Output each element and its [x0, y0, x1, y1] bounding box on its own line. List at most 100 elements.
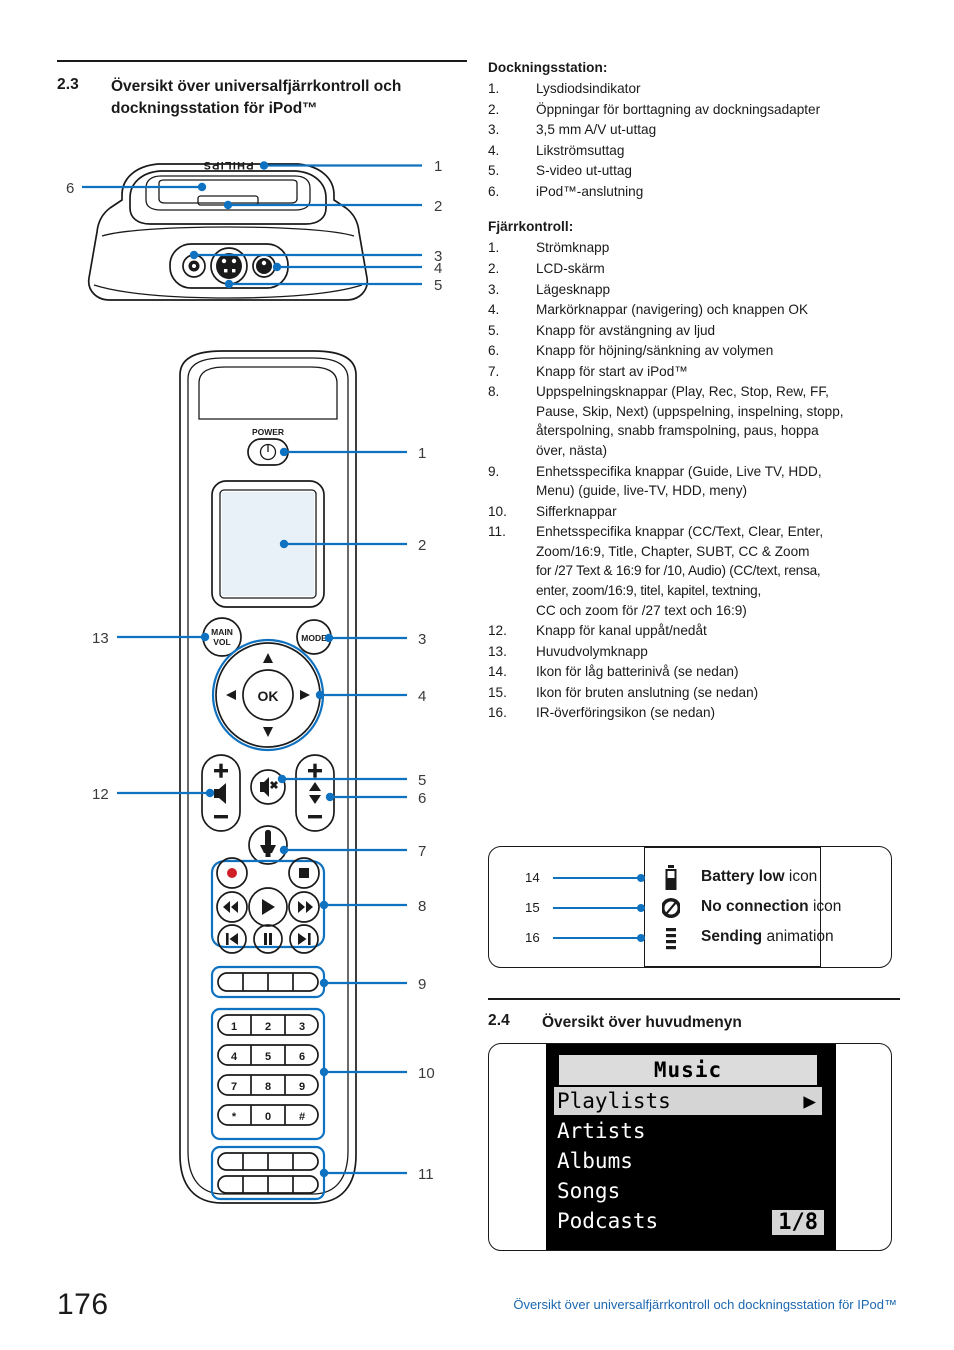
section-heading-23: 2.3 Översikt över universalfjärrkontroll… [57, 76, 467, 121]
list-item: 12. Knapp för kanal uppåt/nedåt [488, 621, 900, 641]
legend-divider-top [644, 847, 821, 849]
item-number: 7. [488, 363, 500, 379]
section-title-23-line1: Översikt över universalfjärrkontroll och [111, 77, 402, 95]
item-text: Enhetsspecifika knappar (CC/Text, Clear,… [536, 522, 900, 620]
item-text: S-video ut-uttag [536, 163, 632, 179]
page-number: 176 [57, 1288, 109, 1321]
lcd-item-podcasts[interactable]: Podcasts [557, 1209, 658, 1233]
legend-divider-bottom [644, 965, 821, 967]
legend-number-14: 14 [525, 870, 540, 885]
item-text: LCD-skärm [536, 260, 605, 276]
nav-left-arrow [226, 690, 236, 700]
item-text: Lysdiodsindikator [536, 81, 641, 96]
remote-list-heading: Fjärrkontroll: [488, 219, 574, 235]
legend-label-14-rest: icon [784, 868, 818, 885]
remote-callout-12: 12 [92, 786, 109, 803]
item-number: 9. [488, 463, 500, 479]
power-label: POWER [252, 427, 284, 437]
dock-callout-2: 2 [434, 198, 442, 215]
legend-callout-dot-14 [637, 874, 645, 882]
manual-page: 2.3 Översikt över universalfjärrkontroll… [0, 0, 954, 1350]
nav-down-arrow [263, 727, 273, 737]
legend-callout-line-15 [553, 907, 639, 910]
item-line: CC och zoom för /27 text och 16:9) [536, 602, 747, 618]
footer-text: Översikt över universalfjärrkontroll och… [513, 1297, 897, 1312]
legend-label-16-rest: animation [762, 928, 834, 945]
left-column: 2.3 Översikt över universalfjärrkontroll… [57, 60, 467, 120]
lcd-item-songs[interactable]: Songs [557, 1179, 620, 1203]
ok-label: OK [258, 688, 279, 704]
item-text: 3,5 mm A/V ut-uttag [536, 122, 657, 138]
legend-label-14: Battery low icon [701, 868, 817, 886]
legend-label-14-bold: Battery low [701, 868, 785, 885]
legend-label-15: No connection icon [701, 898, 841, 916]
legend-label-15-rest: icon [808, 898, 842, 915]
section-title-23-line2: dockningsstation för iPod™ [111, 99, 318, 117]
item-number: 3. [488, 122, 500, 138]
remote-callout-5: 5 [418, 772, 426, 789]
remote-callout-9: 9 [418, 976, 426, 993]
item-number: 3. [488, 281, 500, 297]
remote-callout-3: 3 [418, 631, 426, 648]
lcd-item-albums[interactable]: Albums [557, 1149, 633, 1173]
section-number-23: 2.3 [57, 75, 79, 93]
no-connection-icon [659, 894, 683, 922]
item-number: 6. [488, 343, 500, 359]
lcd-selected-row[interactable]: Playlists ▶ [554, 1087, 822, 1115]
keypad-group: 1 2 3 4 5 6 7 8 9 * 0 # [217, 1014, 319, 1126]
list-item: 3. 3,5 mm A/V ut-uttag [488, 120, 900, 140]
section-heading-24: 2.4 Översikt över huvudmenyn [488, 1012, 900, 1034]
item-line: enter, zoom/16:9, titel, kapitel, textni… [536, 582, 762, 598]
item-number: 1. [488, 81, 500, 96]
lcd-screen: Music Playlists ▶ Artists Albums Songs P… [554, 1051, 826, 1241]
list-item: 1. Strömknapp [488, 238, 900, 258]
list-item: 15. Ikon för bruten anslutning (se nedan) [488, 683, 900, 703]
item-line: Menu) (guide, live-TV, HDD, meny) [536, 483, 748, 499]
list-item: 6. Knapp för höjning/sänkning av volymen [488, 341, 900, 361]
remote-callout-10: 10 [418, 1065, 435, 1082]
item-line: Enhetsspecifika knappar (CC/Text, Clear,… [536, 524, 824, 540]
dock-callout-4: 4 [434, 260, 442, 277]
remote-callout-6: 6 [418, 790, 426, 807]
item-text: IR-överföringsikon (se nedan) [536, 705, 716, 721]
remote-callout-13: 13 [92, 630, 109, 647]
item-text: Öppningar för borttagning av dockningsad… [536, 101, 821, 117]
item-text: Knapp för avstängning av ljud [536, 322, 716, 338]
dock-list: 1. Lysdiodsindikator 2. Öppningar för bort… [488, 79, 900, 201]
battery-low-icon [665, 865, 677, 890]
item-number: 11. [488, 524, 506, 540]
section-24: 2.4 Översikt över huvudmenyn [488, 998, 900, 1034]
item-text: Enhetsspecifika knappar (Guide, Live TV,… [536, 462, 900, 501]
item-number: 14. [488, 664, 507, 680]
item-number: 4. [488, 142, 500, 158]
legend-callout-dot-16 [637, 934, 645, 942]
list-item: 4. Likströmsuttag [488, 141, 900, 161]
list-item: 16. IR-överföringsikon (se nedan) [488, 703, 900, 723]
legend-label-16-bold: Sending [701, 928, 763, 945]
list-item: 1. Lysdiodsindikator [488, 79, 900, 99]
mode-label: MODE [301, 633, 327, 643]
remote-callout-2: 2 [418, 537, 426, 554]
svg-text:5: 5 [265, 1051, 271, 1063]
remote-callout-7: 7 [418, 843, 426, 860]
list-item: 3. Lägesknapp [488, 280, 900, 300]
item-number: 2. [488, 101, 500, 117]
item-text: Ikon för låg batterinivå (se nedan) [536, 664, 739, 680]
right-column: Dockningsstation: 1. Lysdiodsindikator 2.… [488, 60, 900, 724]
item-text: Likströmsuttag [536, 142, 625, 158]
section-rule-24 [488, 998, 900, 1000]
item-text: Markörknappar (navigering) och knappen O… [536, 302, 809, 318]
item-number: 8. [488, 384, 500, 400]
lcd-item-artists[interactable]: Artists [557, 1119, 646, 1143]
svg-text:6: 6 [299, 1051, 305, 1063]
dock-callout-6: 6 [66, 180, 74, 197]
section-number-24: 2.4 [488, 1011, 510, 1029]
svg-text:0: 0 [265, 1111, 271, 1123]
item-line: över, nästa) [536, 443, 608, 458]
lcd-selected-label: Playlists [557, 1089, 671, 1113]
lcd-page-indicator: 1/8 [772, 1210, 824, 1235]
svg-text:#: # [299, 1111, 305, 1123]
philips-brand-text: PHILIPS [202, 159, 253, 171]
remote-list: 1. Strömknapp 2. LCD-skärm 3. Lägesknapp 4.… [488, 238, 900, 723]
svg-text:8: 8 [265, 1081, 271, 1093]
